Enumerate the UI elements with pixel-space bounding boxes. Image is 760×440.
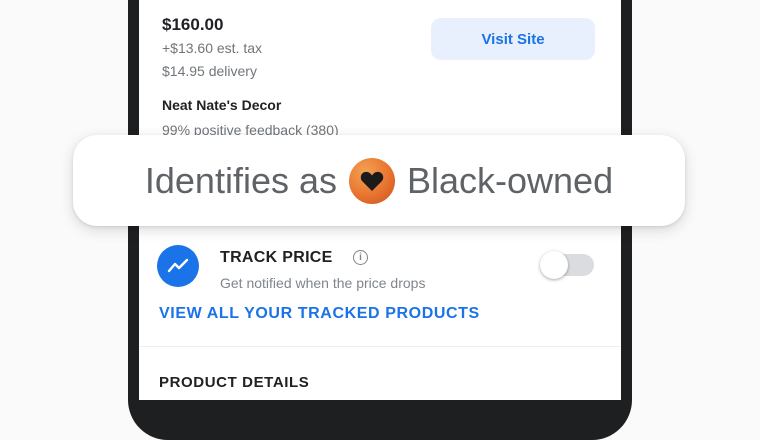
black-owned-badge: Identifies as Black-owned xyxy=(73,135,685,226)
heart-icon xyxy=(349,157,395,204)
badge-prefix: Identifies as xyxy=(144,159,337,201)
section-divider xyxy=(139,346,621,347)
estimated-tax: +$13.60 est. tax xyxy=(162,40,263,56)
visit-site-button[interactable]: Visit Site xyxy=(431,18,595,60)
toggle-knob xyxy=(540,251,568,279)
badge-suffix: Black-owned xyxy=(407,159,614,201)
view-tracked-products-link[interactable]: VIEW ALL YOUR TRACKED PRODUCTS xyxy=(159,305,480,323)
track-price-title: TRACK PRICE xyxy=(220,249,333,266)
product-details-heading: PRODUCT DETAILS xyxy=(159,374,310,391)
delivery-cost: $14.95 delivery xyxy=(162,63,257,79)
track-price-toggle[interactable] xyxy=(540,251,594,279)
track-price-subtitle: Get notified when the price drops xyxy=(220,275,426,291)
seller-name[interactable]: Neat Nate's Decor xyxy=(162,97,281,113)
info-icon[interactable]: i xyxy=(353,250,368,265)
price-trend-icon xyxy=(157,245,199,287)
product-price: $160.00 xyxy=(162,15,224,34)
